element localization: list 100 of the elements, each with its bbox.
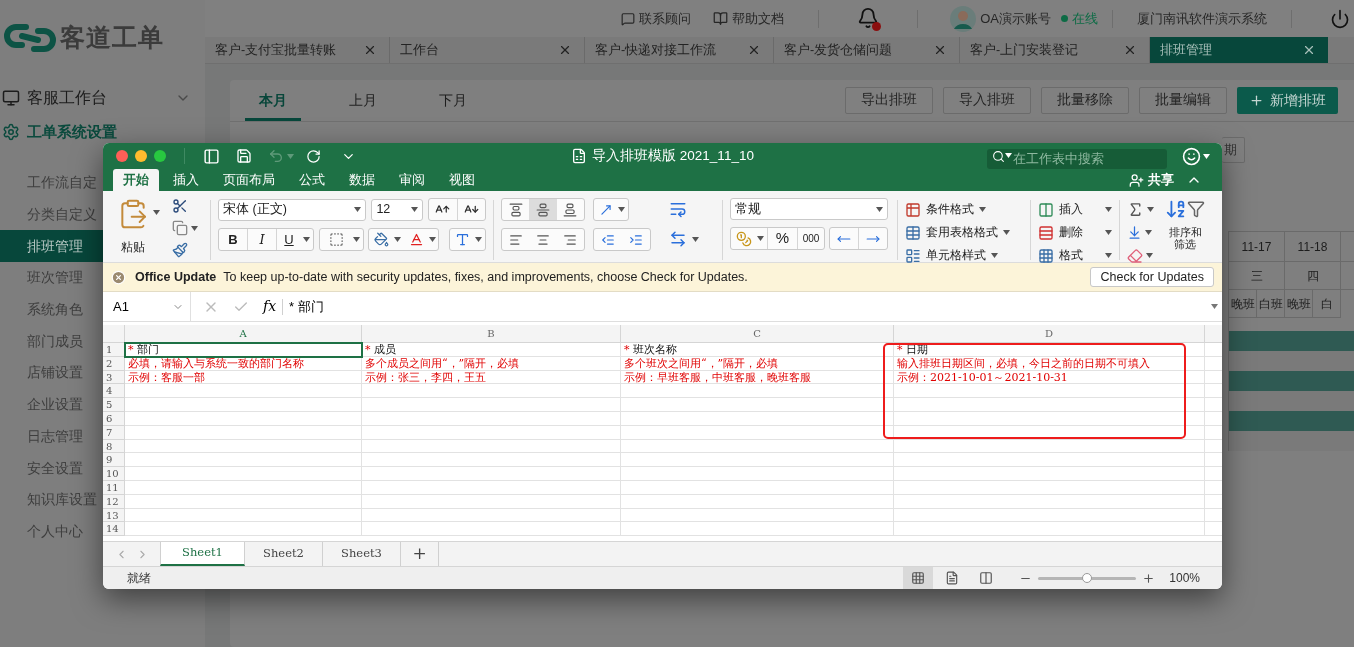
sort-filter-button[interactable]: 排序和筛选 (1165, 198, 1205, 267)
merge-icon[interactable] (669, 230, 687, 248)
header-link[interactable]: 联系顾问 (621, 8, 692, 29)
close-icon[interactable] (558, 43, 572, 57)
feedback-icon[interactable] (1182, 146, 1201, 166)
slider-thumb[interactable] (1082, 573, 1093, 583)
close-icon[interactable] (363, 43, 377, 57)
align-left-icon[interactable] (508, 232, 523, 247)
button-group[interactable] (448, 228, 486, 251)
ribbon-tab[interactable]: 页面布局 (213, 169, 285, 191)
action-button[interactable]: 批量编辑 (1139, 87, 1227, 114)
row-number[interactable]: 9 (103, 453, 125, 468)
align-right-icon[interactable] (563, 232, 578, 247)
italic-button[interactable]: I (248, 229, 277, 250)
fill-down-icon[interactable] (1127, 225, 1142, 240)
thousands-button[interactable]: 000 (798, 228, 824, 249)
outdent-icon[interactable] (601, 232, 615, 247)
power-icon[interactable] (1330, 8, 1350, 29)
ribbon-tab[interactable]: 数据 (339, 169, 385, 191)
number-format-select[interactable]: 常规 (730, 198, 888, 220)
page-tab[interactable]: 工作台 (390, 37, 585, 63)
header-link[interactable]: 帮助文档 (713, 8, 785, 29)
period-tab[interactable]: 下月 (425, 83, 481, 121)
close-icon[interactable] (933, 43, 947, 57)
minimize-window-button[interactable] (135, 150, 147, 162)
column-header[interactable]: B (362, 325, 621, 342)
type-icon[interactable] (454, 232, 470, 247)
styles-menu[interactable]: 单元格样式 (905, 244, 1023, 267)
column-header[interactable]: C (621, 325, 894, 342)
percent-button[interactable]: % (768, 228, 798, 249)
ribbon-tab[interactable]: 插入 (163, 169, 209, 191)
row-number[interactable]: 5 (103, 398, 125, 412)
font-size-select[interactable]: 12 (371, 198, 424, 221)
button-group[interactable] (593, 198, 629, 221)
action-button[interactable]: 导出排班 (845, 87, 933, 114)
button-group[interactable]: B I U (218, 228, 314, 251)
ribbon-tab[interactable]: 开始 (113, 169, 159, 191)
zoom-window-button[interactable] (154, 150, 166, 162)
close-icon[interactable] (1123, 43, 1137, 57)
button-group[interactable] (428, 198, 486, 221)
orientation-icon[interactable] (599, 202, 613, 217)
button-group[interactable] (367, 228, 439, 251)
sidebar-icon[interactable] (203, 147, 220, 165)
cells-menu[interactable]: 格式 (1038, 244, 1112, 267)
zoom-in-icon[interactable] (1142, 571, 1156, 585)
row-number[interactable]: 1 (103, 343, 125, 357)
view-button[interactable] (903, 567, 934, 589)
search-field[interactable]: 在工作表中搜索 (987, 149, 1167, 169)
save-icon[interactable] (236, 148, 252, 164)
ribbon-tab[interactable]: 视图 (439, 169, 485, 191)
format-painter-icon[interactable] (172, 242, 188, 258)
notification-button[interactable] (857, 6, 880, 31)
styles-menu[interactable]: 套用表格格式 (905, 221, 1023, 244)
name-box[interactable]: A1 (103, 292, 191, 321)
wrap-text-icon[interactable] (669, 200, 687, 218)
sidebar-item[interactable]: 排班管理 (0, 230, 103, 263)
font-color-icon[interactable] (408, 232, 424, 247)
align-center-icon[interactable] (536, 232, 550, 247)
zoom-slider[interactable] (1038, 571, 1137, 585)
cells-menu[interactable]: 插入 (1038, 198, 1112, 221)
button-group[interactable] (501, 198, 585, 221)
sheet-tab[interactable]: Sheet1 (160, 542, 245, 566)
sidebar-group[interactable]: 客服工作台 (27, 86, 107, 110)
close-icon[interactable] (1302, 43, 1316, 57)
page-tab[interactable]: 客户-发货仓储问题 (774, 37, 960, 63)
row-number[interactable]: 14 (103, 522, 125, 537)
fill-color-icon[interactable] (373, 232, 389, 247)
styles-menu[interactable]: 条件格式 (905, 198, 1023, 221)
coins-icon[interactable] (736, 230, 752, 247)
indent-icon[interactable] (629, 232, 643, 247)
filter-button[interactable]: 期 (1222, 137, 1245, 163)
ribbon-tab[interactable]: 审阅 (389, 169, 435, 191)
share-button[interactable]: 共享 (1129, 169, 1174, 191)
redo-icon[interactable] (306, 148, 321, 164)
ribbon-tab[interactable]: 公式 (289, 169, 335, 191)
column-header[interactable]: D (894, 325, 1205, 342)
copy-icon[interactable] (172, 220, 188, 236)
action-button[interactable]: 批量移除 (1041, 87, 1129, 114)
check-updates-button[interactable]: Check for Updates (1090, 267, 1214, 287)
row-number[interactable]: 10 (103, 467, 125, 481)
formula-field[interactable]: * 部门 (289, 296, 1211, 317)
font-select[interactable]: 宋体 (正文) (218, 198, 367, 221)
close-icon[interactable] (747, 43, 761, 57)
borders-icon[interactable] (328, 232, 344, 247)
action-button[interactable]: 导入排班 (943, 87, 1031, 114)
dismiss-icon[interactable] (111, 269, 126, 285)
page-tab[interactable]: 客户-支付宝批量转账 (205, 37, 390, 63)
page-tab[interactable]: 客户-快递对接工作流 (585, 37, 774, 63)
period-tab[interactable]: 上月 (335, 83, 391, 121)
align-button[interactable] (529, 199, 557, 220)
bold-button[interactable]: B (219, 229, 248, 250)
eraser-icon[interactable] (1127, 247, 1143, 264)
paste-label[interactable]: 粘贴 (121, 238, 145, 256)
row-number[interactable]: 4 (103, 384, 125, 399)
column-header[interactable]: A (125, 325, 362, 342)
add-button[interactable]: 新增排班 (1237, 87, 1338, 114)
page-tab[interactable]: 排班管理 (1150, 37, 1328, 63)
cut-icon[interactable] (172, 198, 188, 214)
button-group[interactable]: % 000 (730, 227, 825, 250)
cells-menu[interactable]: 删除 (1038, 221, 1112, 244)
